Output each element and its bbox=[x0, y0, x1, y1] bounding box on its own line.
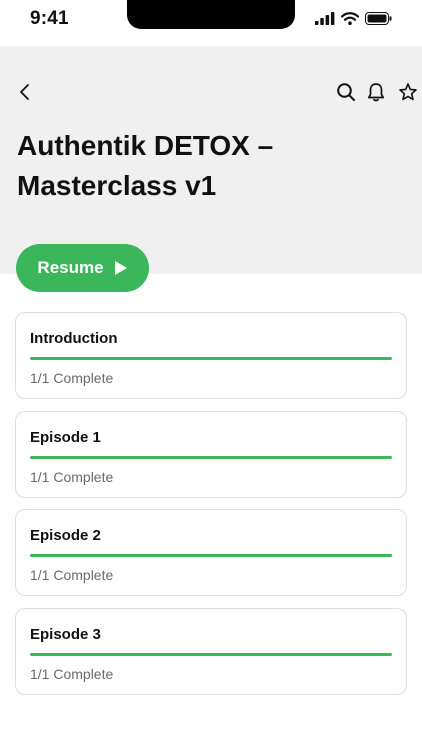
status-icons bbox=[315, 12, 392, 25]
chevron-left-icon bbox=[20, 84, 29, 100]
section-card-introduction[interactable]: Introduction 1/1 Complete bbox=[15, 312, 407, 399]
bell-icon bbox=[367, 83, 385, 102]
section-list: Introduction 1/1 Complete Episode 1 1/1 … bbox=[15, 312, 407, 706]
device-notch bbox=[127, 0, 295, 29]
section-status: 1/1 Complete bbox=[30, 370, 114, 386]
back-button[interactable] bbox=[13, 80, 37, 104]
section-card-episode-2[interactable]: Episode 2 1/1 Complete bbox=[15, 509, 407, 596]
favorite-button[interactable] bbox=[396, 80, 420, 104]
battery-icon bbox=[365, 12, 392, 25]
section-title: Episode 2 bbox=[30, 527, 101, 544]
section-card-episode-3[interactable]: Episode 3 1/1 Complete bbox=[15, 607, 407, 695]
signal-icon bbox=[315, 12, 335, 25]
resume-button[interactable]: Resume bbox=[16, 244, 149, 292]
status-bar: 9:41 bbox=[0, 0, 422, 46]
section-status: 1/1 Complete bbox=[30, 567, 114, 583]
section-progress-bar bbox=[30, 554, 392, 557]
section-progress-fill bbox=[30, 455, 392, 459]
section-title: Episode 3 bbox=[30, 625, 101, 643]
section-status: 1/1 Complete bbox=[30, 665, 114, 682]
page-title: Authentik DETOX – Masterclass v1 bbox=[17, 130, 274, 201]
search-icon bbox=[337, 83, 355, 101]
section-title: Episode 1 bbox=[30, 428, 101, 446]
section-card-episode-1[interactable]: Episode 1 1/1 Complete bbox=[15, 410, 407, 498]
section-status: 1/1 Complete bbox=[30, 468, 114, 485]
section-title: Introduction bbox=[30, 330, 118, 347]
search-button[interactable] bbox=[334, 80, 358, 104]
status-time: 9:41 bbox=[30, 8, 69, 29]
section-progress-bar bbox=[30, 455, 392, 459]
section-progress-bar bbox=[30, 357, 392, 360]
section-progress-fill bbox=[30, 357, 392, 360]
wifi-icon bbox=[341, 12, 359, 25]
notifications-button[interactable] bbox=[364, 80, 388, 104]
play-icon bbox=[114, 261, 127, 275]
section-progress-fill bbox=[30, 652, 392, 656]
section-progress-fill bbox=[30, 554, 392, 557]
star-icon bbox=[399, 83, 417, 101]
resume-button-label: Resume bbox=[37, 258, 104, 277]
section-progress-bar bbox=[30, 652, 392, 656]
